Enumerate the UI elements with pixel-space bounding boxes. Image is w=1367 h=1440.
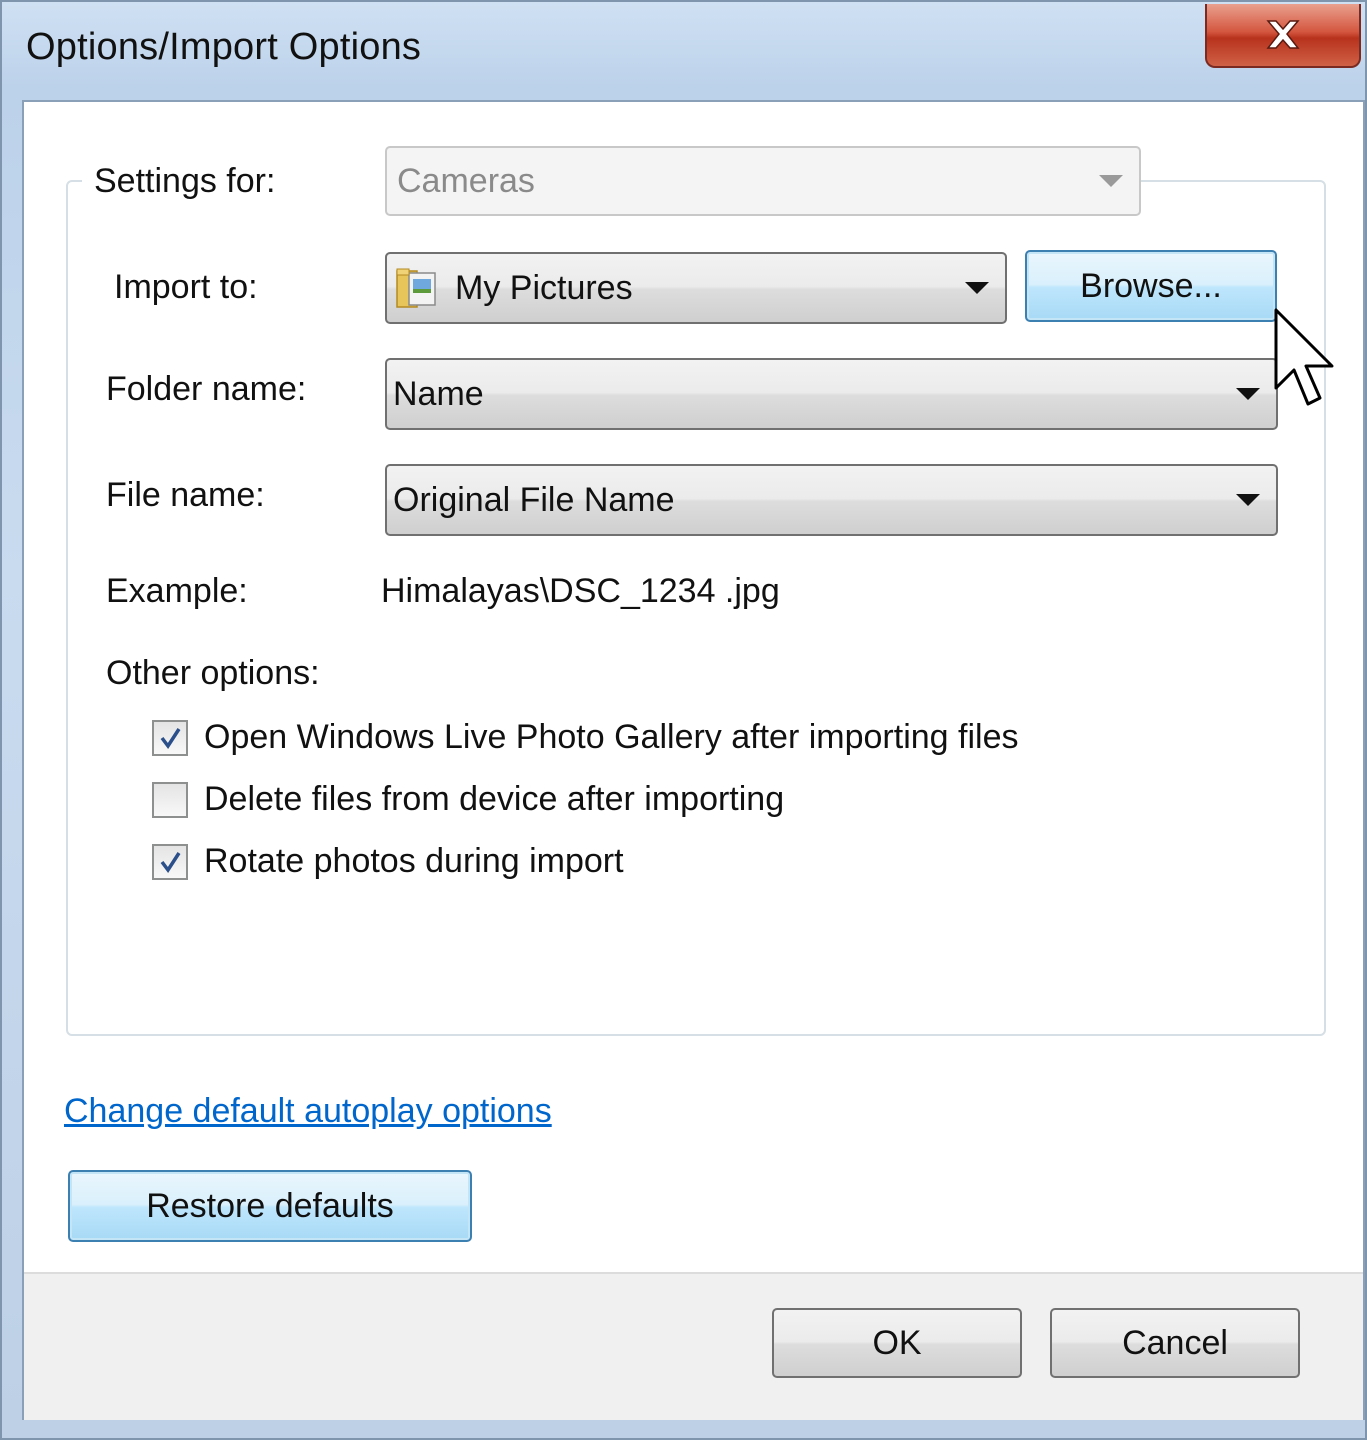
chevron-down-icon (1236, 388, 1260, 400)
chevron-down-icon (1099, 175, 1123, 187)
settings-for-label: Settings for: (94, 162, 276, 200)
folder-name-dropdown[interactable]: Name (385, 358, 1278, 430)
option-delete-files[interactable]: Delete files from device after importing (152, 780, 784, 819)
browse-button[interactable]: Browse... (1025, 250, 1277, 322)
chevron-down-icon (965, 282, 989, 294)
checkbox[interactable] (152, 719, 188, 756)
close-x-icon (1266, 20, 1300, 49)
window-title: Options/Import Options (26, 26, 422, 68)
ok-button[interactable]: OK (772, 1308, 1022, 1378)
change-autoplay-link[interactable]: Change default autoplay options (64, 1092, 552, 1131)
file-name-value: Original File Name (393, 480, 675, 519)
dialog-client-area: Settings for: Cameras Import to: My Pict… (22, 100, 1365, 1420)
example-value: Himalayas\DSC_1234 .jpg (381, 572, 780, 610)
button-footer: OK Cancel (24, 1272, 1363, 1420)
checkmark-icon (160, 727, 181, 749)
import-to-label: Import to: (114, 268, 258, 306)
cancel-button[interactable]: Cancel (1050, 1308, 1300, 1378)
checkbox-label: Rotate photos during import (204, 842, 624, 880)
file-name-label: File name: (106, 476, 265, 514)
option-rotate-photos[interactable]: Rotate photos during import (152, 842, 624, 881)
file-name-dropdown[interactable]: Original File Name (385, 464, 1278, 536)
settings-for-value: Cameras (397, 161, 535, 200)
chevron-down-icon (1236, 494, 1260, 506)
folder-name-value: Name (393, 374, 484, 413)
title-bar[interactable]: Options/Import Options (2, 2, 1365, 100)
import-to-dropdown[interactable]: My Pictures (385, 252, 1007, 324)
checkmark-icon (160, 851, 181, 873)
mouse-pointer-icon (1274, 308, 1334, 406)
checkbox-label: Delete files from device after importing (204, 780, 785, 818)
example-label: Example: (106, 572, 248, 610)
import-to-value: My Pictures (455, 268, 633, 307)
option-open-gallery[interactable]: Open Windows Live Photo Gallery after im… (152, 718, 1018, 757)
folder-pictures-icon (396, 268, 436, 308)
folder-name-label: Folder name: (106, 370, 307, 408)
checkbox-label: Open Windows Live Photo Gallery after im… (204, 718, 1019, 756)
restore-defaults-button[interactable]: Restore defaults (68, 1170, 472, 1242)
dialog-window: Options/Import Options Settings for: Cam… (0, 0, 1367, 1440)
checkbox[interactable] (152, 781, 188, 818)
close-button[interactable] (1205, 4, 1361, 68)
checkbox[interactable] (152, 843, 188, 880)
settings-for-dropdown: Cameras (385, 146, 1141, 216)
other-options-heading: Other options: (106, 654, 320, 692)
